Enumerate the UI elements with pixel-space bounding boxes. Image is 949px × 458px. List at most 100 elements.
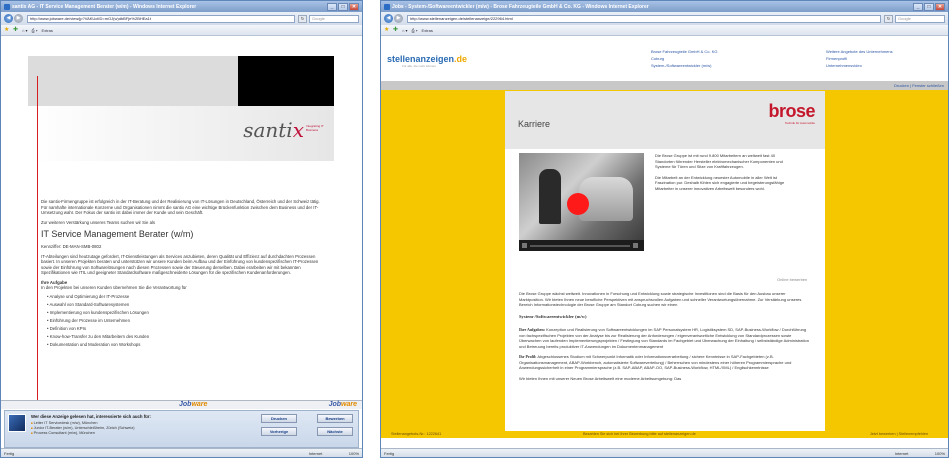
ad-title: Wer diese Anzeige gelesen hat, interessi… bbox=[31, 414, 151, 419]
banner-band bbox=[28, 56, 238, 106]
santix-logo: santix bbox=[243, 118, 304, 142]
close-button[interactable]: ✕ bbox=[935, 2, 945, 11]
profile-paragraph: Ihr Profil: Abgeschlossenes Studium mit … bbox=[519, 354, 811, 371]
print-button[interactable]: Drucken bbox=[261, 414, 297, 423]
forward-button[interactable]: ▶ bbox=[394, 14, 403, 23]
extras-menu[interactable]: Extras bbox=[42, 28, 53, 33]
maximize-button[interactable]: □ bbox=[338, 2, 348, 11]
site-slogan: Für alle, die mehr können bbox=[402, 64, 437, 68]
zoom-level[interactable]: 100% bbox=[935, 451, 945, 456]
zoom-level[interactable]: 100% bbox=[349, 451, 359, 456]
video-player[interactable] bbox=[519, 153, 644, 251]
back-button[interactable]: ◀ bbox=[4, 14, 13, 23]
refresh-button[interactable]: ↻ bbox=[298, 14, 307, 23]
company-info: Brose Fahrzeugteile GmbH & Co. KG Coburg… bbox=[651, 48, 717, 69]
jobware-logo-w: ware bbox=[341, 401, 357, 408]
tasks-intro: In den Projekten bei unseren Kunden über… bbox=[41, 285, 187, 290]
next-button[interactable]: Nächste bbox=[317, 427, 353, 436]
favorites-star-icon[interactable]: ★ bbox=[384, 27, 390, 33]
more-offers-link[interactable]: Weitere Angebote des Unternehmens bbox=[826, 48, 893, 55]
list-item: Know-how-Transfer zu den Mitarbeitern de… bbox=[47, 334, 326, 340]
ad-body: Wer diese Anzeige gelesen hat, interessi… bbox=[4, 410, 359, 448]
search-input[interactable]: Google bbox=[895, 14, 945, 23]
refresh-button[interactable]: ↻ bbox=[884, 14, 893, 23]
logo-tld: .de bbox=[454, 54, 468, 64]
job-title: IT Service Management Berater (w/m) bbox=[41, 229, 194, 239]
santix-tagline: Integrating IT Business bbox=[306, 124, 324, 132]
print-icon[interactable]: ⎙ ▾ bbox=[412, 28, 418, 33]
company-paragraph: Die Mitarbeit an der Entwicklung neueste… bbox=[655, 174, 785, 191]
url-field[interactable]: http://www.jobware.de/view/jp?VAKUctID=m… bbox=[27, 14, 295, 23]
position-link[interactable]: System-/Softwareentwickler (m/w) bbox=[651, 62, 717, 69]
footer-strip bbox=[381, 438, 948, 448]
job-description: Die santix-Firmengruppe ist erfolgreich … bbox=[41, 199, 326, 350]
stellenanzeigen-logo[interactable]: stellenanzeigen.de bbox=[387, 54, 467, 64]
offer-number: Stellenangebots-Nr.: 1222641 bbox=[391, 432, 442, 436]
profile-text: Abgeschlossenes Studium mit Schwerpunkt … bbox=[519, 354, 792, 370]
print-close-links[interactable]: Drucken | Fenster schließen bbox=[894, 83, 944, 88]
jobware-logo-text: Job bbox=[179, 401, 192, 408]
video-person-shape bbox=[539, 169, 561, 224]
apply-button[interactable]: Bewerben bbox=[317, 414, 353, 423]
company-more: Weitere Angebote des Unternehmens Firmen… bbox=[826, 48, 893, 69]
add-favorite-icon[interactable]: ✚ bbox=[13, 27, 19, 33]
window-title: Jobs - System-/Softwareentwickler (m/w) … bbox=[392, 3, 649, 10]
location-link[interactable]: Coburg bbox=[651, 55, 717, 62]
url-field[interactable]: http://www.stellenanzeigen.de/stellenanz… bbox=[407, 14, 881, 23]
company-video-link[interactable]: Unternehmensvideo bbox=[826, 62, 893, 69]
company-link[interactable]: Brose Fahrzeugteile GmbH & Co. KG bbox=[651, 48, 717, 55]
address-bar: ◀ ▶ http://www.stellenanzeigen.de/stelle… bbox=[381, 12, 948, 25]
status-text: Fertig bbox=[384, 450, 395, 456]
page-content: stellenanzeigen.de Für alle, die mehr kö… bbox=[381, 36, 948, 448]
close-button[interactable]: ✕ bbox=[349, 2, 359, 11]
video-seek-bar[interactable] bbox=[530, 244, 630, 247]
ie-icon bbox=[4, 3, 10, 10]
status-text: Fertig bbox=[4, 450, 15, 456]
ad-header: Jobware Jobware bbox=[1, 401, 362, 409]
jobware-logo-w: ware bbox=[191, 401, 208, 408]
footer-actions[interactable]: Jetzt bewerben | Stellenempfehlen bbox=[870, 432, 928, 436]
video-play-button[interactable] bbox=[522, 243, 527, 248]
company-description: Die Brose Gruppe ist mit rund 9.800 Mita… bbox=[655, 153, 795, 196]
home-icon[interactable]: ⌂ ▾ bbox=[22, 28, 28, 33]
back-button[interactable]: ◀ bbox=[384, 14, 393, 23]
forward-button[interactable]: ▶ bbox=[14, 14, 23, 23]
tasks-label: Ihre Aufgaben: bbox=[519, 327, 546, 332]
search-input[interactable]: Google bbox=[309, 14, 359, 23]
offer-paragraph: Wir bieten Ihnen mit unserer Neuen Brose… bbox=[519, 375, 682, 381]
ad-link[interactable]: Process Consultant (m/w), München bbox=[31, 431, 135, 436]
favorites-star-icon[interactable]: ★ bbox=[4, 27, 10, 33]
apply-online-link[interactable]: Online bewerben bbox=[777, 277, 807, 282]
description-paragraph: IT-Abteilungen sind heutzutage gefordert… bbox=[41, 253, 319, 276]
status-bar: Fertig Internet 100% bbox=[1, 448, 362, 457]
footer-note: Bezahlen Sie sich bei Ihrer Bewerbung bi… bbox=[583, 432, 696, 436]
jobware-logo-right: Jobware bbox=[329, 401, 357, 409]
tasks-paragraph: Ihre Aufgaben: Konzeption und Realisieru… bbox=[519, 327, 811, 349]
play-icon[interactable] bbox=[567, 193, 589, 215]
security-zone: Internet bbox=[308, 450, 323, 456]
reference-number: Kennziffer: DE-MAN-SMB-0802 bbox=[41, 244, 102, 249]
title-bar: santix AG - IT Service Management Berate… bbox=[1, 1, 362, 12]
santix-logo-x: x bbox=[292, 118, 304, 142]
site-header: stellenanzeigen.de Für alle, die mehr kö… bbox=[381, 36, 948, 81]
minimize-button[interactable]: _ bbox=[913, 2, 923, 11]
minimize-button[interactable]: _ bbox=[327, 2, 337, 11]
extras-menu[interactable]: Extras bbox=[422, 28, 433, 33]
list-item: Implementierung von kundenspezifischen L… bbox=[47, 310, 326, 316]
maximize-button[interactable]: □ bbox=[924, 2, 934, 11]
company-profile-link[interactable]: Firmenprofil bbox=[826, 55, 893, 62]
logo-text: stellenanzeigen bbox=[387, 54, 455, 64]
add-favorite-icon[interactable]: ✚ bbox=[393, 27, 399, 33]
list-item: Definition von KPIs bbox=[47, 326, 326, 332]
previous-button[interactable]: Vorherige bbox=[261, 427, 297, 436]
window-title: santix AG - IT Service Management Berate… bbox=[12, 3, 197, 10]
job-title: System-/Softwareentwickler (m/w) bbox=[519, 313, 587, 319]
print-icon[interactable]: ⎙ ▾ bbox=[32, 28, 38, 33]
volume-icon[interactable] bbox=[633, 243, 638, 248]
jobware-ad-panel: Jobware Jobware Wer diese Anzeige gelese… bbox=[1, 400, 362, 448]
job-ad-card: brose Technik für Automobile Karriere Di… bbox=[505, 91, 825, 439]
video-controls bbox=[519, 240, 644, 251]
card-header: brose Technik für Automobile Karriere bbox=[505, 91, 825, 149]
command-bar: ★ ✚ ⌂ ▾ ⎙ ▾ Extras bbox=[1, 25, 362, 36]
home-icon[interactable]: ⌂ ▾ bbox=[402, 28, 408, 33]
